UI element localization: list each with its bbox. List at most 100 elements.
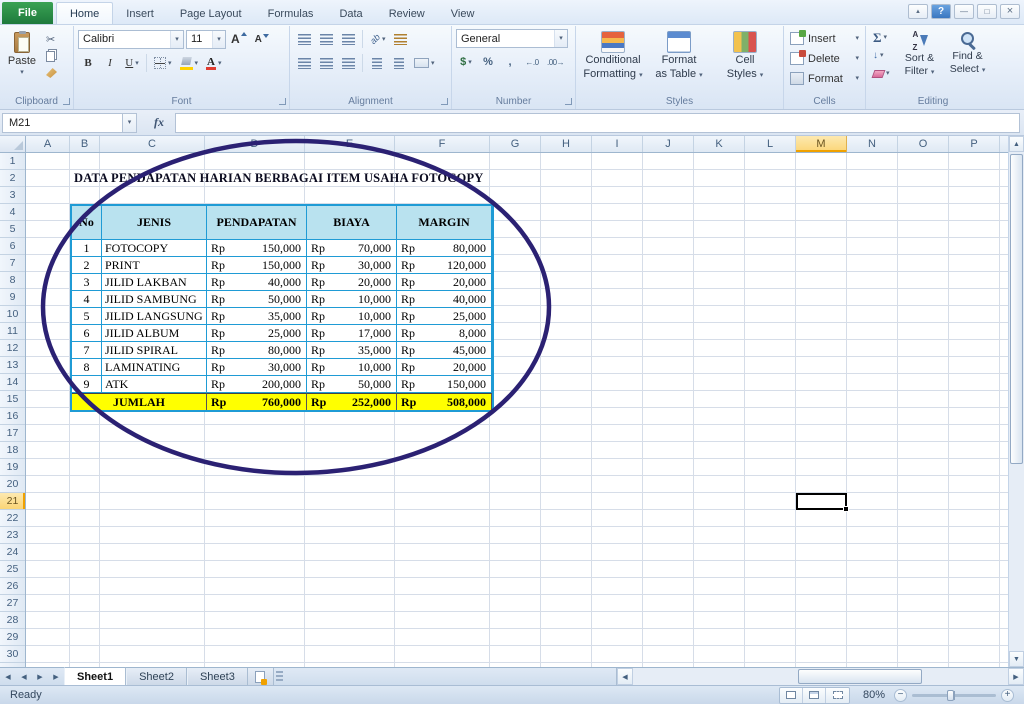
wrap-text-button[interactable] (391, 29, 411, 49)
align-center-button[interactable] (316, 53, 336, 73)
shrink-font-button[interactable]: A (252, 29, 272, 49)
page-break-view-button[interactable] (826, 687, 849, 703)
fill-button[interactable]: ↓ ▾ (870, 47, 893, 64)
cell-biaya[interactable]: Rp 10,000 (307, 291, 397, 308)
close-icon[interactable]: × (1000, 4, 1020, 19)
format-as-table-button[interactable]: Format as Table ▾ (646, 29, 712, 80)
column-header-g[interactable]: G (490, 136, 541, 152)
cell-no[interactable]: 6 (72, 325, 102, 342)
sheet-tab-sheet1[interactable]: Sheet1 (64, 667, 127, 685)
column-header-o[interactable]: O (898, 136, 949, 152)
zoom-in-icon[interactable]: + (1001, 688, 1014, 702)
accounting-format-button[interactable]: $ ▾ (456, 52, 476, 72)
cell-biaya[interactable]: Rp 10,000 (307, 308, 397, 325)
cell-margin[interactable]: Rp 20,000 (397, 274, 492, 291)
cell-total-label[interactable]: JUMLAH (72, 393, 207, 410)
cell-margin[interactable]: Rp 80,000 (397, 240, 492, 257)
column-header-i[interactable]: I (592, 136, 643, 152)
horizontal-scroll-thumb[interactable] (798, 669, 922, 684)
sort-filter-button[interactable]: Sort &Filter ▾ (896, 29, 944, 82)
row-header-15[interactable]: 15 (0, 391, 25, 408)
cell-biaya[interactable]: Rp 35,000 (307, 342, 397, 359)
select-all-button[interactable] (0, 136, 26, 153)
tab-view[interactable]: View (438, 3, 488, 24)
zoom-out-icon[interactable]: − (894, 688, 907, 702)
page-layout-view-button[interactable] (803, 687, 826, 703)
merge-center-button[interactable]: ▾ (411, 53, 438, 73)
row-header-16[interactable]: 16 (0, 408, 25, 425)
row-header-13[interactable]: 13 (0, 357, 25, 374)
row-header-30[interactable]: 30 (0, 646, 25, 663)
column-header-p[interactable]: P (949, 136, 1000, 152)
insert-function-button[interactable]: fx (145, 113, 173, 133)
cell-styles-button[interactable]: Cell Styles ▾ (712, 29, 778, 80)
tab-insert[interactable]: Insert (113, 3, 167, 24)
row-header-26[interactable]: 26 (0, 578, 25, 595)
fill-color-button[interactable]: ▾ (177, 53, 202, 73)
find-select-button[interactable]: Find & Select ▾ (944, 29, 992, 82)
tab-formulas[interactable]: Formulas (255, 3, 327, 24)
cell-total-amount[interactable]: Rp 508,000 (397, 393, 492, 410)
next-sheet-button[interactable]: ▶ (32, 668, 48, 685)
vertical-scroll-thumb[interactable] (1010, 154, 1023, 464)
row-header-5[interactable]: 5 (0, 221, 25, 238)
cell-pendapatan[interactable]: Rp 150,000 (207, 257, 307, 274)
table-header-margin[interactable]: MARGIN (397, 206, 492, 240)
row-header-7[interactable]: 7 (0, 255, 25, 272)
insert-worksheet-button[interactable] (247, 668, 274, 685)
row-header-19[interactable]: 19 (0, 459, 25, 476)
row-header-28[interactable]: 28 (0, 612, 25, 629)
cell-total-amount[interactable]: Rp 760,000 (207, 393, 307, 410)
sheet-tab-sheet2[interactable]: Sheet2 (126, 668, 187, 685)
column-header-d[interactable]: D (205, 136, 305, 152)
help-icon[interactable]: ? (931, 4, 951, 19)
cell-biaya[interactable]: Rp 70,000 (307, 240, 397, 257)
font-color-button[interactable]: A ▾ (203, 53, 224, 73)
cell-jenis[interactable]: JILID ALBUM (102, 325, 207, 342)
cell-biaya[interactable]: Rp 50,000 (307, 376, 397, 393)
number-format-combo[interactable]: General ▾ (456, 29, 568, 48)
cell-pendapatan[interactable]: Rp 35,000 (207, 308, 307, 325)
grow-font-button[interactable]: A (228, 29, 250, 49)
insert-cells-button[interactable]: Insert ▾ (788, 29, 861, 48)
format-cells-button[interactable]: Format ▾ (788, 69, 861, 88)
alignment-dialog-launcher[interactable] (441, 98, 448, 105)
column-header-j[interactable]: J (643, 136, 694, 152)
previous-sheet-button[interactable]: ◀ (16, 668, 32, 685)
zoom-slider-thumb[interactable] (947, 689, 955, 701)
percent-style-button[interactable]: % (478, 52, 498, 72)
table-header-pendapatan[interactable]: PENDAPATAN (207, 206, 307, 240)
clipboard-dialog-launcher[interactable] (63, 98, 70, 105)
bold-button[interactable]: B (78, 53, 98, 73)
increase-decimal-button[interactable]: ←.0 (522, 52, 542, 72)
row-header-9[interactable]: 9 (0, 289, 25, 306)
cell-margin[interactable]: Rp 45,000 (397, 342, 492, 359)
cell-margin[interactable]: Rp 40,000 (397, 291, 492, 308)
align-left-button[interactable] (294, 53, 314, 73)
cell-jenis[interactable]: LAMINATING (102, 359, 207, 376)
row-header-14[interactable]: 14 (0, 374, 25, 391)
clear-button[interactable]: ▾ (870, 65, 893, 82)
cell-biaya[interactable]: Rp 30,000 (307, 257, 397, 274)
row-header-4[interactable]: 4 (0, 204, 25, 221)
row-header-1[interactable]: 1 (0, 153, 25, 170)
table-header-jenis[interactable]: JENIS (102, 206, 207, 240)
cell-jenis[interactable]: JILID SAMBUNG (102, 291, 207, 308)
borders-button[interactable]: ▾ (151, 53, 175, 73)
column-header-e[interactable]: E (305, 136, 395, 152)
name-box[interactable]: M21 (2, 112, 122, 133)
vertical-scroll-track[interactable] (1009, 152, 1024, 651)
cell-jenis[interactable]: PRINT (102, 257, 207, 274)
cell-jenis[interactable]: JILID LANGSUNG (102, 308, 207, 325)
font-name-combo[interactable]: Calibri ▾ (78, 29, 184, 49)
first-sheet-button[interactable]: ◀ (0, 668, 16, 685)
cell-pendapatan[interactable]: Rp 150,000 (207, 240, 307, 257)
cell-no[interactable]: 2 (72, 257, 102, 274)
cell-pendapatan[interactable]: Rp 200,000 (207, 376, 307, 393)
zoom-level[interactable]: 80% (859, 689, 885, 701)
table-header-biaya[interactable]: BIAYA (307, 206, 397, 240)
copy-button[interactable] (43, 48, 63, 64)
align-bottom-button[interactable] (338, 29, 358, 49)
column-header-b[interactable]: B (70, 136, 100, 152)
row-header-10[interactable]: 10 (0, 306, 25, 323)
